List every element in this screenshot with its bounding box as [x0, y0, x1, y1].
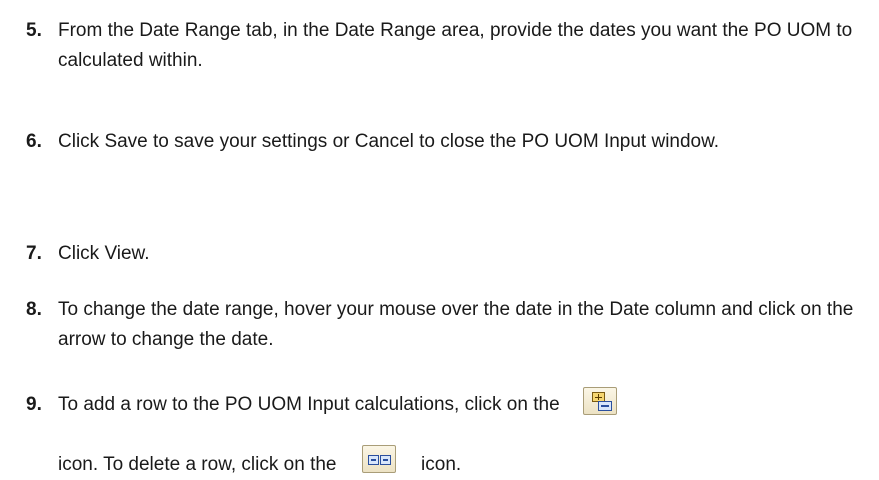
delete-row-icon	[361, 444, 396, 473]
step-text: Click Save to save your settings or Canc…	[58, 131, 720, 152]
step-6: 6. Click Save to save your settings or C…	[26, 127, 866, 157]
step-number: 6.	[26, 131, 42, 152]
step-5: 5. From the Date Range tab, in the Date …	[26, 16, 866, 76]
step-number: 5.	[26, 20, 42, 41]
step-text: Click View.	[58, 243, 150, 264]
step-text: To add a row to the PO UOM Input calcula…	[58, 394, 560, 415]
step-text: From the Date Range tab, in the Date Ran…	[58, 20, 853, 71]
step-text: icon.	[421, 454, 462, 475]
step-7: 7. Click View.	[26, 239, 866, 269]
step-number: 8.	[26, 299, 42, 320]
step-number: 7.	[26, 243, 42, 264]
step-text: icon. To delete a row, click on the	[58, 454, 337, 475]
step-9: 9. To add a row to the PO UOM Input calc…	[26, 386, 866, 420]
step-8: 8. To change the date range, hover your …	[26, 295, 866, 355]
step-text: To change the date range, hover your mou…	[58, 299, 854, 350]
step-number: 9.	[26, 394, 42, 415]
add-row-icon	[582, 386, 617, 415]
